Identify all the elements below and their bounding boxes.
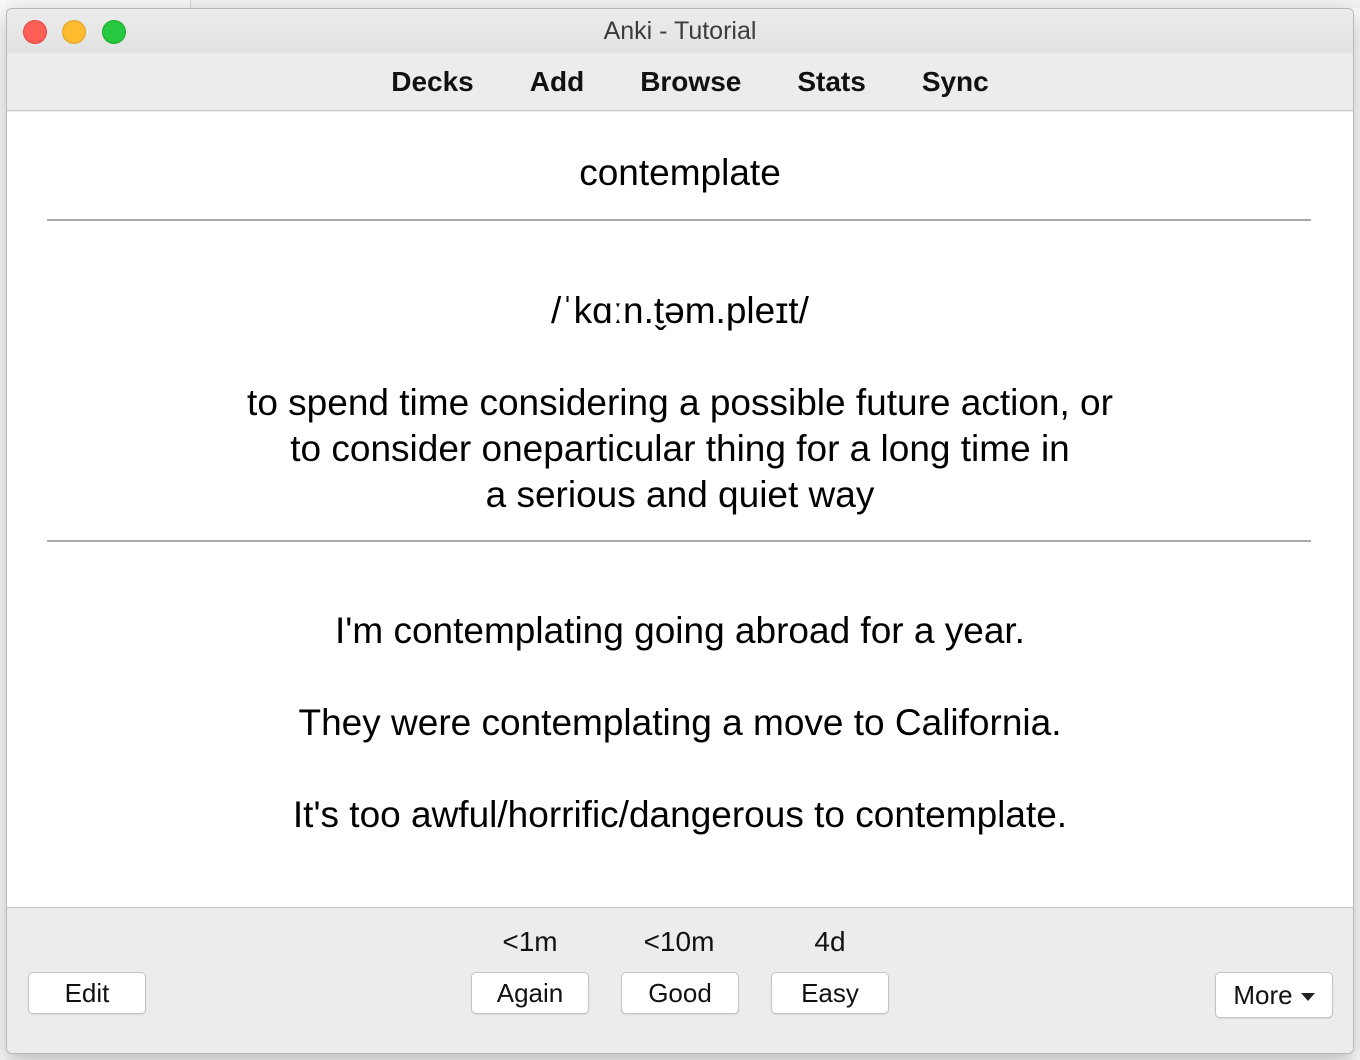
toolbar-sync[interactable]: Sync — [922, 66, 989, 98]
card-example: It's too awful/horrific/dangerous to con… — [292, 794, 1068, 835]
good-interval: <10m — [643, 926, 715, 957]
more-button-label: More — [1233, 980, 1293, 1010]
definition-line: to spend time considering a possible fut… — [247, 382, 1113, 423]
edit-button[interactable]: Edit — [28, 972, 146, 1014]
more-button[interactable]: More — [1215, 972, 1333, 1018]
answer-bar: Edit <1m <10m 4d Again Good Easy More — [7, 907, 1353, 1053]
card-divider — [47, 540, 1311, 542]
easy-interval: 4d — [814, 926, 846, 957]
card-divider — [47, 219, 1311, 221]
card-front-word: contemplate — [579, 152, 781, 193]
toolbar-stats[interactable]: Stats — [797, 66, 865, 98]
card-example: I'm contemplating going abroad for a yea… — [335, 610, 1025, 651]
toolbar-browse[interactable]: Browse — [640, 66, 741, 98]
easy-button[interactable]: Easy — [771, 972, 889, 1014]
anki-window: Anki - Tutorial Decks Add Browse Stats S… — [6, 8, 1354, 1054]
good-button[interactable]: Good — [621, 972, 739, 1014]
background-window-top-edge — [190, 0, 1360, 8]
window-title: Anki - Tutorial — [603, 17, 757, 45]
card-view: contemplate /ˈkɑːn.t̬əm.pleɪt/ to spend … — [7, 112, 1353, 907]
toolbar-add[interactable]: Add — [530, 66, 584, 98]
definition-line: to consider oneparticular thing for a lo… — [290, 428, 1070, 469]
card-example: They were contemplating a move to Califo… — [298, 702, 1062, 743]
again-interval: <1m — [502, 926, 558, 957]
chevron-down-icon — [1300, 993, 1315, 1002]
card-definition: to spend time considering a possible fut… — [7, 380, 1353, 518]
card-pronunciation: /ˈkɑːn.t̬əm.pleɪt/ — [551, 290, 809, 331]
again-button[interactable]: Again — [471, 972, 589, 1014]
definition-line: a serious and quiet way — [485, 474, 875, 515]
toolbar-decks[interactable]: Decks — [391, 66, 474, 98]
main-toolbar: Decks Add Browse Stats Sync — [7, 53, 1353, 111]
title-bar[interactable]: Anki - Tutorial — [7, 9, 1353, 53]
